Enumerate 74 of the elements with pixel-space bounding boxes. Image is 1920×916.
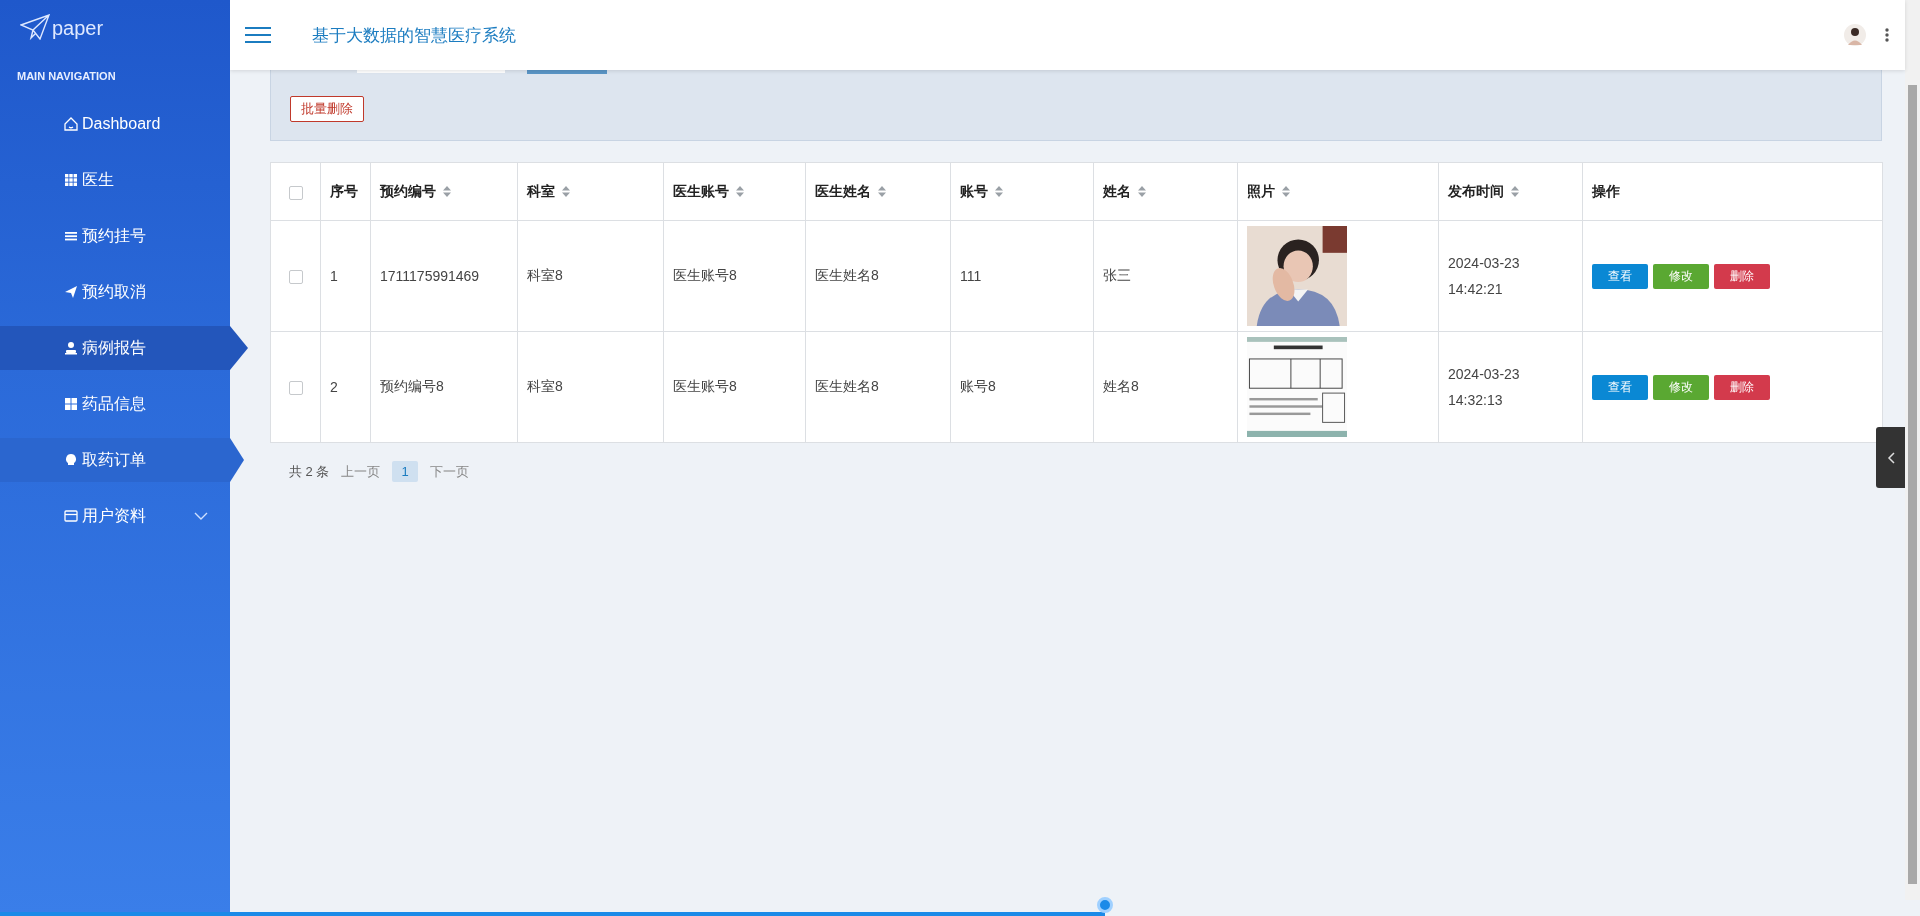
column-header[interactable]: 发布时间 (1448, 182, 1519, 201)
table-cell-text: 2024-03-23 14:32:13 (1448, 365, 1521, 410)
sort-icon[interactable] (995, 186, 1003, 197)
column-header[interactable]: 预约编号 (380, 182, 451, 201)
column-header[interactable]: 照片 (1247, 182, 1290, 201)
scrollbar[interactable] (1905, 0, 1920, 900)
table-cell: 张三 (1103, 267, 1131, 283)
view-button[interactable]: 查看 (1592, 263, 1648, 289)
list-icon (64, 229, 78, 243)
sort-icon[interactable] (1511, 186, 1519, 197)
app-title: 基于大数据的智慧医疗系统 (312, 24, 516, 47)
select-all-checkbox[interactable] (288, 185, 303, 200)
table-cell: 预约编号8 (380, 378, 444, 394)
section-title: MAIN NAVIGATION (16, 69, 117, 84)
table-cell: 账号8 (960, 378, 996, 394)
edit-button[interactable]: 修改 (1653, 374, 1709, 400)
sort-icon[interactable] (562, 186, 570, 197)
row-checkbox[interactable] (288, 270, 303, 285)
table-cell: 医生账号8 (673, 378, 737, 394)
page-number[interactable]: 1 (392, 461, 418, 482)
card-icon (64, 509, 78, 523)
table-cell: 科室8 (527, 267, 563, 283)
progress-handle[interactable] (1096, 897, 1113, 913)
column-header[interactable]: 序号 (330, 182, 358, 201)
table-cell: 医生姓名8 (815, 378, 879, 394)
next-page-link[interactable]: 下一页 (429, 462, 469, 481)
table-cell: 111 (960, 268, 982, 284)
total-count: 共 2 条 (289, 462, 330, 481)
delete-button[interactable]: 删除 (1714, 374, 1770, 400)
menu-icon[interactable] (245, 26, 271, 44)
sidebar-item[interactable]: 预约挂号 (0, 208, 230, 264)
table-cell-text: 2024-03-23 14:42:21 (1448, 254, 1521, 299)
bulb-icon (64, 453, 78, 467)
table-cell: 1711175991469 (380, 268, 480, 284)
column-header[interactable]: 医生账号 (673, 182, 744, 201)
avatar-icon[interactable] (1844, 24, 1866, 46)
paper-plane-icon (64, 285, 78, 299)
sidebar-item[interactable]: Dashboard (0, 96, 230, 152)
logo-text: paper (52, 16, 104, 40)
chevron-down-icon (194, 512, 208, 520)
column-header[interactable]: 科室 (527, 182, 570, 201)
edit-button[interactable]: 修改 (1653, 263, 1709, 289)
sidebar-item[interactable]: 医生 (0, 152, 230, 208)
prev-page-link[interactable]: 上一页 (341, 462, 381, 481)
sidebar-item[interactable]: 预约取消 (0, 264, 230, 320)
column-header[interactable]: 账号 (960, 182, 1003, 201)
user-icon (64, 341, 78, 355)
sidebar-item[interactable]: 用户资料 (0, 488, 230, 544)
sidebar-item[interactable]: 药品信息 (0, 376, 230, 432)
table-cell: 科室8 (527, 378, 563, 394)
table-cell: 姓名8 (1103, 378, 1139, 394)
view-button[interactable]: 查看 (1592, 374, 1648, 400)
sort-icon[interactable] (1282, 186, 1290, 197)
panel-toggle-button[interactable] (1876, 427, 1905, 488)
chevron-left-icon (1886, 451, 1895, 464)
grid-icon (64, 173, 78, 187)
paper-plane-icon (20, 14, 50, 40)
batch-delete-button[interactable]: 批量删除 (290, 96, 364, 122)
column-header[interactable]: 医生姓名 (815, 182, 886, 201)
table-cell: 2 (330, 379, 338, 395)
table-cell: 医生姓名8 (815, 267, 879, 283)
tiles-icon (64, 397, 78, 411)
column-header[interactable]: 姓名 (1103, 182, 1146, 201)
table-cell: 医生账号8 (673, 267, 737, 283)
table-cell: 1 (330, 268, 338, 284)
sort-icon[interactable] (1138, 186, 1146, 197)
row-checkbox[interactable] (288, 381, 303, 396)
house-icon (64, 117, 78, 131)
sort-icon[interactable] (878, 186, 886, 197)
delete-button[interactable]: 删除 (1714, 263, 1770, 289)
more-icon[interactable] (1885, 28, 1889, 42)
column-header[interactable]: 操作 (1592, 182, 1620, 201)
sort-icon[interactable] (443, 186, 451, 197)
sort-icon[interactable] (736, 186, 744, 197)
